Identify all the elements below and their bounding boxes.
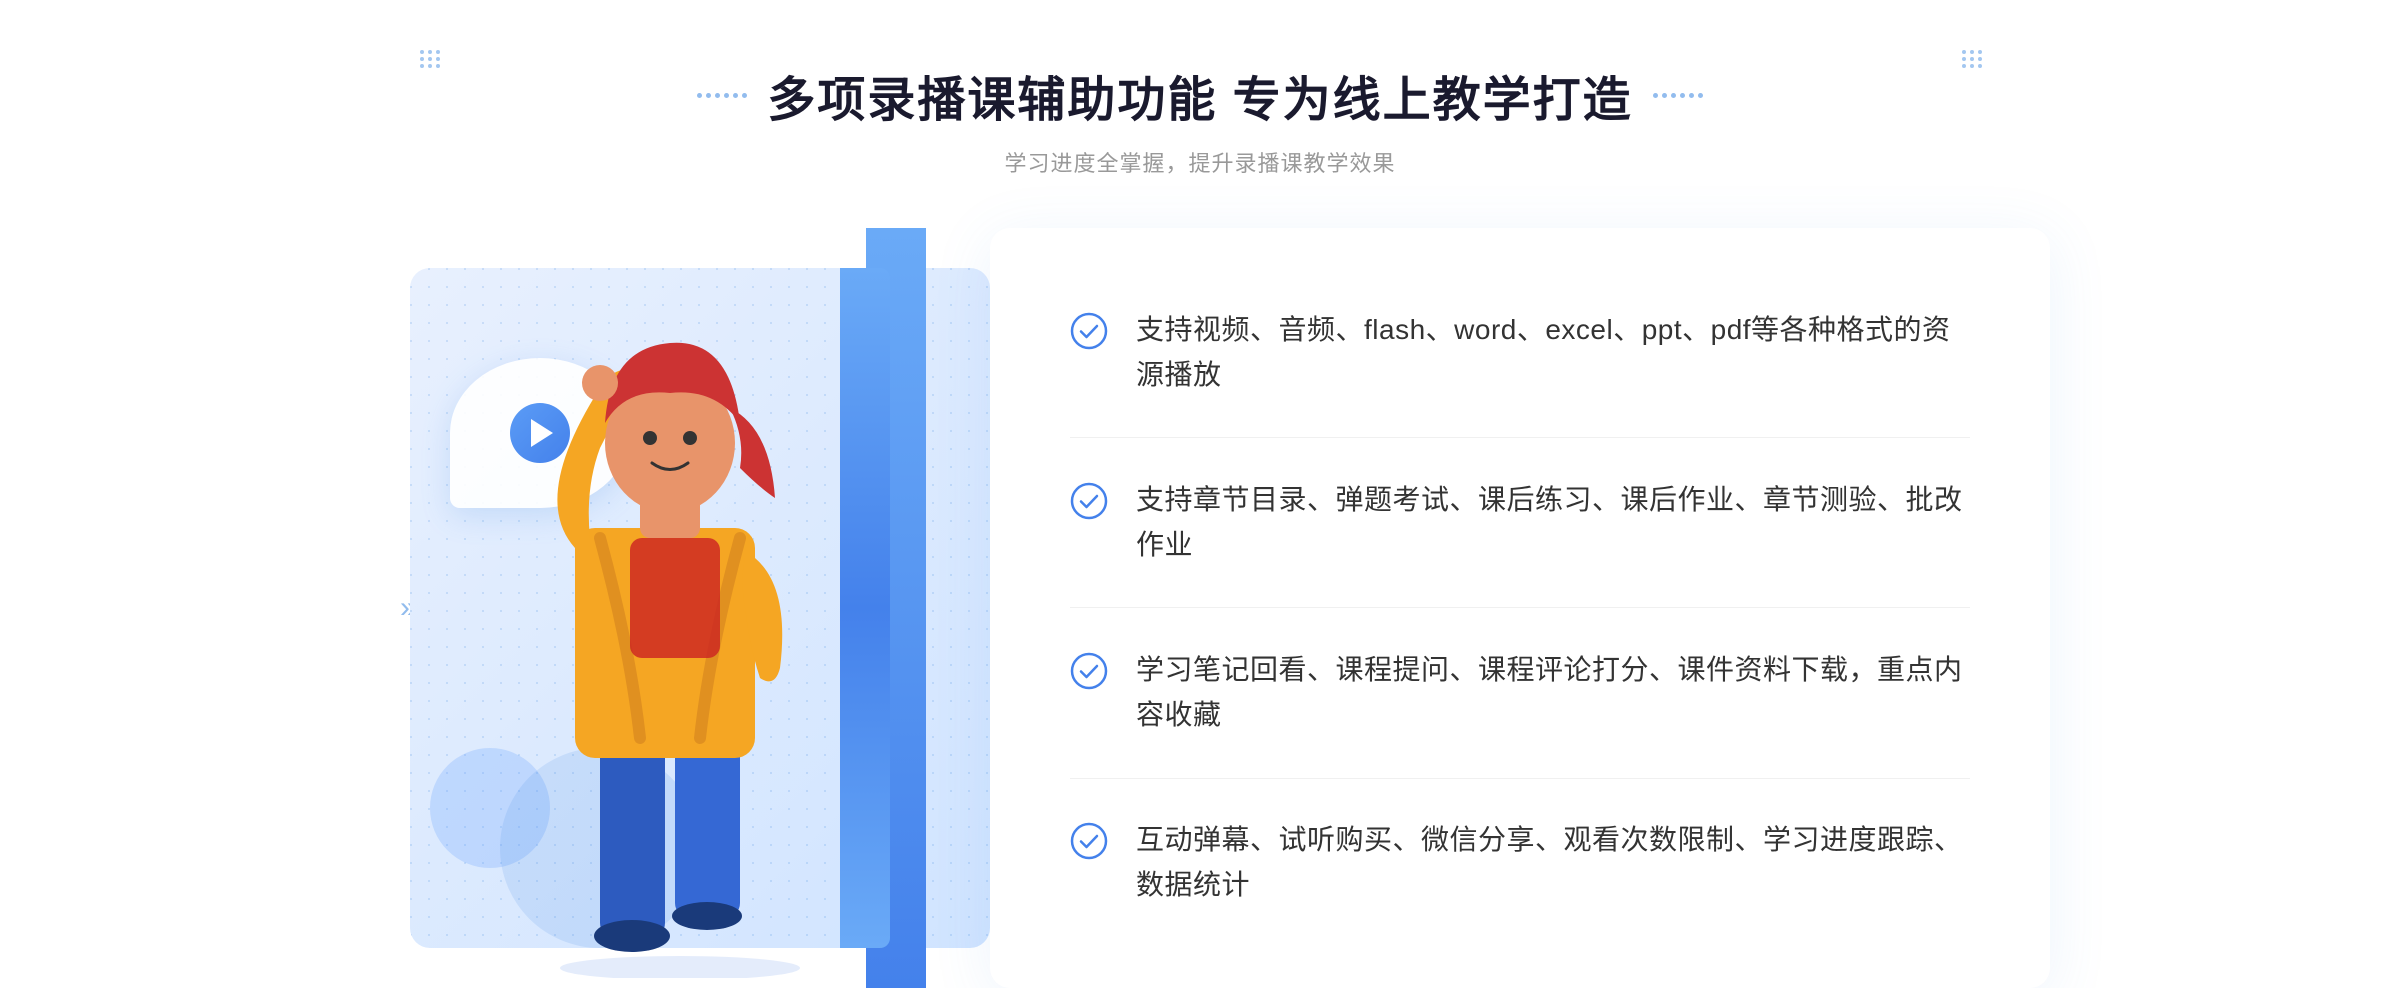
features-panel: 支持视频、音频、flash、word、excel、ppt、pdf等各种格式的资源… (990, 228, 2050, 988)
page-subtitle: 学习进度全掌握，提升录播课教学效果 (697, 146, 1702, 178)
feature-item-4: 互动弹幕、试听购买、微信分享、观看次数限制、学习进度跟踪、数据统计 (1070, 798, 1970, 928)
feature-text-4: 互动弹幕、试听购买、微信分享、观看次数限制、学习进度跟踪、数据统计 (1136, 818, 1970, 908)
feature-item-1: 支持视频、音频、flash、word、excel、ppt、pdf等各种格式的资源… (1070, 288, 1970, 418)
check-circle-icon-4 (1070, 822, 1108, 860)
check-circle-icon-3 (1070, 652, 1108, 690)
main-title: 多项录播课辅助功能 专为线上教学打造 (697, 60, 1702, 130)
page-container: 多项录播课辅助功能 专为线上教学打造 学习进度全掌握，提升录播课教学效果 » (0, 0, 2400, 974)
feature-text-1: 支持视频、音频、flash、word、excel、ppt、pdf等各种格式的资源… (1136, 308, 1970, 398)
feature-item-2: 支持章节目录、弹题考试、课后练习、课后作业、章节测验、批改作业 (1070, 458, 1970, 588)
title-deco-left (697, 93, 747, 98)
page-title: 多项录播课辅助功能 专为线上教学打造 (767, 60, 1632, 130)
check-circle-icon-2 (1070, 482, 1108, 520)
feature-item-3: 学习笔记回看、课程提问、课程评论打分、课件资料下载，重点内容收藏 (1070, 628, 1970, 758)
dots-decoration-right (1962, 50, 1980, 68)
divider-2 (1070, 607, 1970, 608)
content-area: » (350, 228, 2050, 988)
feature-text-3: 学习笔记回看、课程提问、课程评论打分、课件资料下载，重点内容收藏 (1136, 648, 1970, 738)
header-section: 多项录播课辅助功能 专为线上教学打造 学习进度全掌握，提升录播课教学效果 (697, 60, 1702, 178)
divider-1 (1070, 437, 1970, 438)
divider-3 (1070, 778, 1970, 779)
feature-text-2: 支持章节目录、弹题考试、课后练习、课后作业、章节测验、批改作业 (1136, 478, 1970, 568)
dots-decoration-left (420, 50, 438, 68)
check-circle-icon-1 (1070, 312, 1108, 350)
blue-vertical-bar (840, 268, 890, 948)
title-deco-right (1653, 93, 1703, 98)
